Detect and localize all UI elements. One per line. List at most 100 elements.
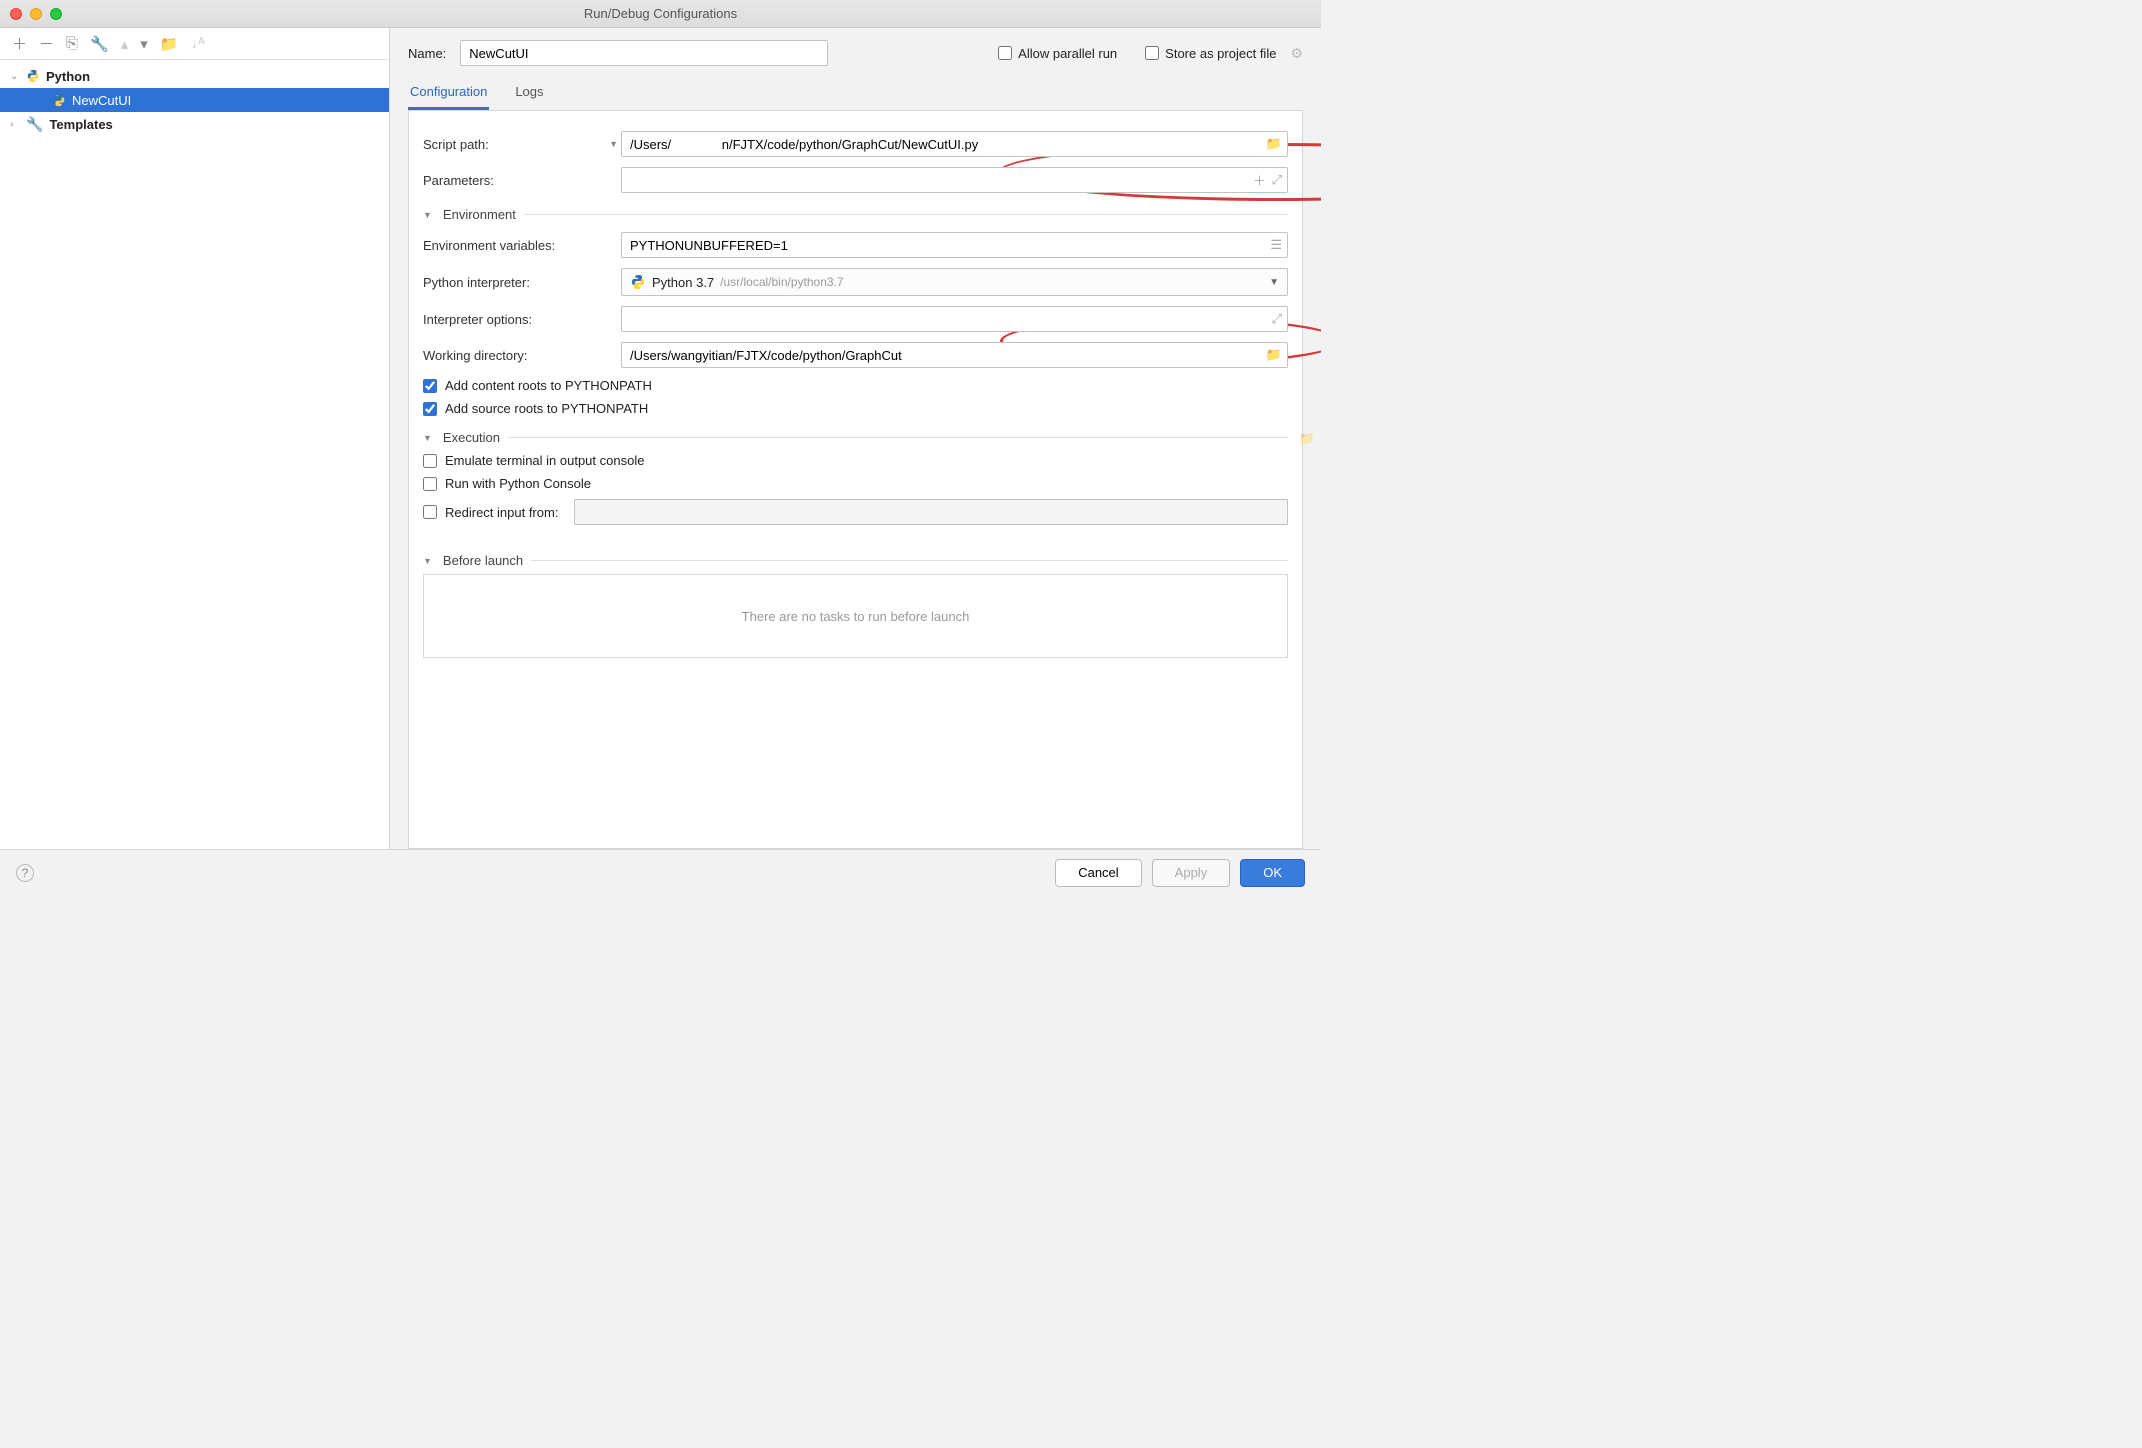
python-icon bbox=[26, 69, 40, 83]
config-tree: ⌄ Python NewCutUI › 🔧 Templates bbox=[0, 60, 389, 849]
folder-icon[interactable]: 📁 bbox=[1299, 431, 1303, 447]
up-icon[interactable]: ▴ bbox=[121, 35, 129, 53]
expand-icon[interactable]: ⤢ bbox=[1272, 172, 1282, 188]
redirect-input-path bbox=[574, 499, 1288, 525]
interpreter-dropdown[interactable]: Python 3.7 /usr/local/bin/python3.7 ▼ bbox=[621, 268, 1288, 296]
chevron-down-icon: ▼ bbox=[423, 210, 432, 220]
source-roots-checkbox[interactable]: Add source roots to PYTHONPATH bbox=[423, 401, 1288, 416]
interpreter-opts-label: Interpreter options: bbox=[423, 312, 532, 327]
emulate-terminal-checkbox[interactable]: Emulate terminal in output console bbox=[423, 453, 1288, 468]
checkbox-label: Allow parallel run bbox=[1018, 46, 1117, 61]
interpreter-label: Python interpreter: bbox=[423, 275, 530, 290]
copy-icon[interactable]: ⎘ bbox=[66, 35, 78, 52]
allow-parallel-checkbox[interactable]: Allow parallel run bbox=[998, 46, 1117, 61]
ok-button[interactable]: OK bbox=[1240, 859, 1305, 887]
section-label: Environment bbox=[443, 207, 516, 222]
checkbox[interactable] bbox=[1145, 46, 1159, 60]
checkbox[interactable] bbox=[423, 454, 437, 468]
help-icon[interactable]: ? bbox=[16, 864, 34, 882]
interpreter-row: Python interpreter: Python 3.7 /usr/loca… bbox=[423, 268, 1288, 296]
sidebar-toolbar: ＋ － ⎘ 🔧 ▴ ▾ 📁 ↓ᴬ bbox=[0, 28, 389, 60]
name-input[interactable] bbox=[460, 40, 828, 66]
checkbox-label: Add content roots to PYTHONPATH bbox=[445, 378, 652, 393]
tree-label: Templates bbox=[49, 117, 112, 132]
window-controls bbox=[10, 8, 62, 20]
main-panel: Name: Allow parallel run Store as projec… bbox=[390, 28, 1321, 849]
checkbox[interactable] bbox=[423, 477, 437, 491]
checkbox-label: Add source roots to PYTHONPATH bbox=[445, 401, 648, 416]
checkbox[interactable] bbox=[423, 402, 437, 416]
add-icon[interactable]: ＋ bbox=[12, 33, 27, 54]
tree-node-templates[interactable]: › 🔧 Templates bbox=[0, 112, 389, 136]
sidebar: ＋ － ⎘ 🔧 ▴ ▾ 📁 ↓ᴬ ⌄ Python NewCutUI bbox=[0, 28, 390, 849]
close-window-icon[interactable] bbox=[10, 8, 22, 20]
environment-section-header[interactable]: ▼ Environment bbox=[423, 207, 1288, 222]
plus-icon[interactable]: ＋ bbox=[1253, 171, 1266, 190]
redirect-input-row: Redirect input from: 📁 bbox=[423, 499, 1288, 525]
execution-section-header[interactable]: ▼ Execution bbox=[423, 430, 1288, 445]
chevron-down-icon[interactable]: ▼ bbox=[609, 139, 618, 149]
section-label: Execution bbox=[443, 430, 500, 445]
titlebar: Run/Debug Configurations bbox=[0, 0, 1321, 28]
checkbox-label: Emulate terminal in output console bbox=[445, 453, 644, 468]
checkbox-label: Store as project file bbox=[1165, 46, 1276, 61]
env-vars-label: Environment variables: bbox=[423, 238, 555, 253]
script-path-row: Script path: ▼ 📁 bbox=[423, 131, 1288, 157]
python-console-checkbox[interactable]: Run with Python Console bbox=[423, 476, 1288, 491]
checkbox[interactable] bbox=[423, 505, 437, 519]
workdir-label: Working directory: bbox=[423, 348, 528, 363]
section-label: Before launch bbox=[443, 553, 523, 568]
interpreter-path: /usr/local/bin/python3.7 bbox=[720, 275, 843, 289]
folder-icon[interactable]: 📁 bbox=[160, 35, 179, 53]
down-icon[interactable]: ▾ bbox=[140, 35, 148, 53]
folder-icon[interactable]: 📁 bbox=[1266, 136, 1282, 152]
window-title: Run/Debug Configurations bbox=[584, 6, 737, 21]
expand-icon[interactable]: ⤢ bbox=[1272, 311, 1282, 327]
parameters-row: Parameters: ＋ ⤢ bbox=[423, 167, 1288, 193]
env-vars-input[interactable] bbox=[621, 232, 1288, 258]
chevron-down-icon: ▼ bbox=[423, 433, 432, 443]
wrench-icon[interactable]: 🔧 bbox=[90, 35, 109, 53]
config-panel: Script path: ▼ 📁 Parameters: ＋ ⤢ ▼ bbox=[408, 111, 1303, 849]
script-path-input[interactable] bbox=[621, 131, 1288, 157]
python-icon bbox=[52, 93, 66, 107]
interpreter-opts-row: Interpreter options: ⤢ bbox=[423, 306, 1288, 332]
remove-icon[interactable]: － bbox=[39, 33, 54, 54]
checkbox[interactable] bbox=[423, 379, 437, 393]
tree-label: NewCutUI bbox=[72, 93, 131, 108]
workdir-input[interactable] bbox=[621, 342, 1288, 368]
checkbox[interactable] bbox=[998, 46, 1012, 60]
content-area: ＋ － ⎘ 🔧 ▴ ▾ 📁 ↓ᴬ ⌄ Python NewCutUI bbox=[0, 28, 1321, 849]
interpreter-name: Python 3.7 bbox=[652, 275, 714, 290]
tab-configuration[interactable]: Configuration bbox=[408, 78, 489, 110]
chevron-down-icon: ▼ bbox=[423, 556, 432, 566]
chevron-down-icon: ▼ bbox=[1269, 277, 1279, 288]
script-path-label: Script path: bbox=[423, 137, 489, 152]
name-label: Name: bbox=[408, 46, 446, 61]
list-icon[interactable]: ☰ bbox=[1270, 237, 1282, 253]
apply-button[interactable]: Apply bbox=[1152, 859, 1231, 887]
before-launch-section-header[interactable]: ▼ Before launch bbox=[423, 553, 1288, 568]
tree-node-python[interactable]: ⌄ Python bbox=[0, 64, 389, 88]
store-project-checkbox[interactable]: Store as project file bbox=[1145, 46, 1276, 61]
footer: ? Cancel Apply OK bbox=[0, 849, 1321, 895]
wrench-icon: 🔧 bbox=[26, 116, 43, 133]
gear-icon[interactable]: ⚙ bbox=[1290, 45, 1303, 62]
tree-label: Python bbox=[46, 69, 90, 84]
tabs: Configuration Logs bbox=[408, 78, 1303, 111]
maximize-window-icon[interactable] bbox=[50, 8, 62, 20]
tab-logs[interactable]: Logs bbox=[513, 78, 545, 110]
folder-icon[interactable]: 📁 bbox=[1266, 347, 1282, 363]
env-vars-row: Environment variables: ☰ bbox=[423, 232, 1288, 258]
checkbox-label: Run with Python Console bbox=[445, 476, 591, 491]
chevron-right-icon: › bbox=[10, 119, 20, 130]
parameters-input[interactable] bbox=[621, 167, 1288, 193]
interpreter-opts-input[interactable] bbox=[621, 306, 1288, 332]
content-roots-checkbox[interactable]: Add content roots to PYTHONPATH bbox=[423, 378, 1288, 393]
workdir-row: Working directory: 📁 bbox=[423, 342, 1288, 368]
sort-icon[interactable]: ↓ᴬ bbox=[190, 35, 204, 52]
minimize-window-icon[interactable] bbox=[30, 8, 42, 20]
cancel-button[interactable]: Cancel bbox=[1055, 859, 1141, 887]
before-launch-list: There are no tasks to run before launch bbox=[423, 574, 1288, 658]
tree-node-newcutui[interactable]: NewCutUI bbox=[0, 88, 389, 112]
